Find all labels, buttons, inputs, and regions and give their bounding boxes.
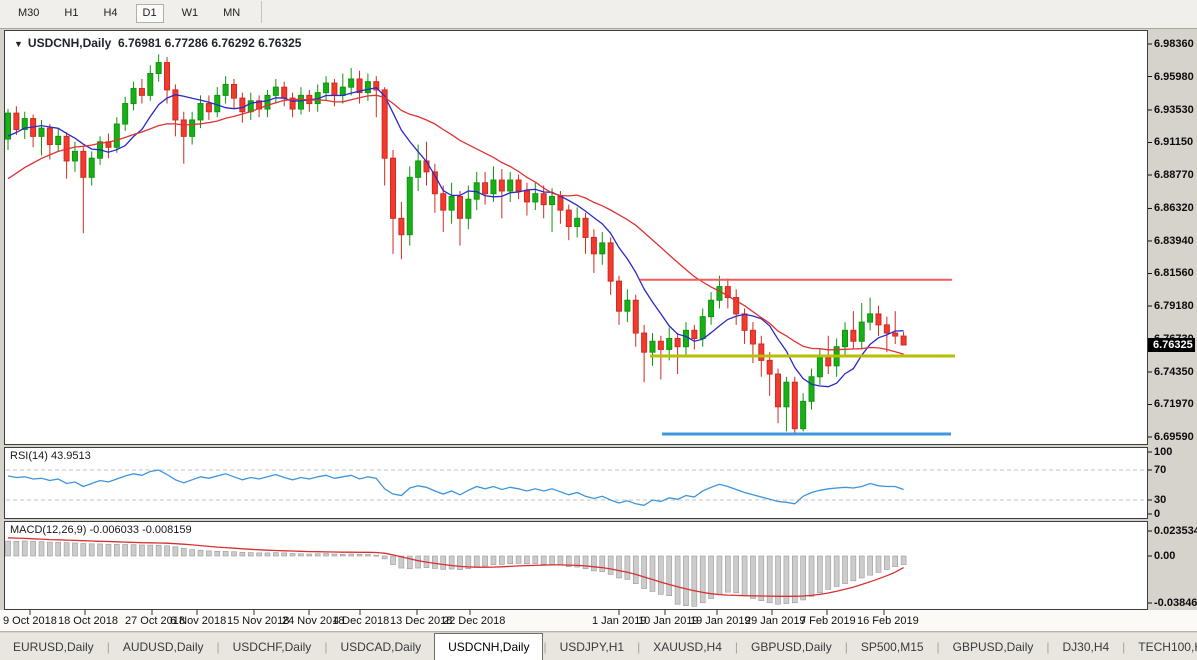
timeframe-toolbar: M30 H1 H4 D1 W1 MN [0,0,1197,29]
rsi-axis-label: 0 [1154,508,1161,520]
main-chart-area[interactable] [4,30,1148,445]
rsi-axis-label: 100 [1154,446,1173,458]
price-axis-label: 6.79180 [1154,299,1194,312]
chart-tab-bar: EURUSD,Daily | AUDUSD,Daily | USDCHF,Daily | U… [0,633,1197,660]
date-axis-label: 4 Dec 2018 [333,615,390,627]
date-axis-label: 18 Oct 2018 [58,615,118,627]
price-axis-label: 6.95980 [1154,70,1194,83]
chart-ohlc-values: 6.76981 6.77286 6.76292 6.76325 [117,36,302,50]
date-axis-label: 19 Jan 2019 [690,615,751,627]
price-axis-label: 6.81560 [1154,267,1194,280]
price-axis-label: 6.74350 [1154,365,1194,378]
chart-tab-2-usdchf-daily[interactable]: USDCHF,Daily [220,633,325,660]
chart-tab-4-usdcnh-daily[interactable]: USDCNH,Daily [434,633,544,660]
chart-tab-6-xauusd-h4[interactable]: XAUUSD,H4 [640,633,735,660]
chart-tab-8-sp500-m15[interactable]: SP500,M15 [848,633,937,660]
macd-axis-label: 0.00 [1154,550,1176,562]
chart-tab-11-tech100-h1[interactable]: TECH100,H1 [1125,633,1197,660]
rsi-axis-label: 70 [1154,464,1167,476]
price-axis-label: 6.83940 [1154,234,1194,247]
price-axis-label: 6.88770 [1154,168,1194,181]
macd-axis-label: -0.038466 [1154,597,1197,609]
date-axis-label: 9 Oct 2018 [3,615,57,627]
timeframe-button-h4[interactable]: H4 [96,4,124,23]
chart-tab-7-gbpusd-daily[interactable]: GBPUSD,Daily [738,633,845,660]
chart-title: ▼ USDCNH,Daily 6.76981 6.77286 6.76292 6.… [14,36,301,50]
chart-tab-10-dj30-h4[interactable]: DJ30,H4 [1049,633,1122,660]
chart-tab-9-gbpusd-daily[interactable]: GBPUSD,Daily [940,633,1047,660]
chevron-down-icon: ▼ [14,39,23,49]
price-axis-label: 6.91150 [1154,136,1194,149]
timeframe-button-m30[interactable]: M30 [11,4,46,23]
timeframe-button-d1[interactable]: D1 [135,4,164,23]
price-axis-label: 6.86320 [1154,202,1194,215]
chart-tab-3-usdcad-daily[interactable]: USDCAD,Daily [327,633,434,660]
chart-tab-0-eurusd-daily[interactable]: EURUSD,Daily [0,633,107,660]
chart-tab-5-usdjpy-h1[interactable]: USDJPY,H1 [547,633,637,660]
trading-app-window: M30 H1 H4 D1 W1 MN ▼ USDCNH,Daily 6.76981 6.77… [0,0,1197,660]
rsi-indicator-label: RSI(14) 43.9513 [10,450,91,462]
price-axis-label: 6.98360 [1154,38,1194,50]
price-axis-label: 6.69590 [1154,430,1194,443]
date-axis-label: 22 Dec 2018 [443,615,506,627]
price-axis-label: 6.71970 [1154,398,1194,411]
rsi-axis-label: 30 [1154,494,1167,506]
timeframe-buttons: M30 H1 H4 D1 W1 MN [0,3,247,23]
chart-symbol: USDCNH,Daily [27,36,112,50]
macd-axis-label: 0.023534 [1154,525,1197,537]
price-axis-label: 6.93530 [1154,103,1194,116]
chart-tab-1-audusd-daily[interactable]: AUDUSD,Daily [110,633,217,660]
date-axis-label: 7 Feb 2019 [800,615,856,627]
timeframe-button-h1[interactable]: H1 [57,4,85,23]
date-axis[interactable]: 9 Oct 2018 18 Oct 2018 27 Oct 2018 6 Nov 20… [0,610,1197,632]
date-axis-label: 16 Feb 2019 [857,615,919,627]
toolbar-separator [261,0,263,23]
rsi-panel-area[interactable] [4,447,1148,519]
macd-indicator-label: MACD(12,26,9) -0.006033 -0.008159 [10,524,192,536]
date-axis-label: 29 Jan 2019 [745,615,806,627]
timeframe-button-w1[interactable]: W1 [175,4,206,23]
timeframe-button-mn[interactable]: MN [216,4,247,23]
date-axis-label: 6 Nov 2018 [170,615,227,627]
current-price-tag: 6.76325 [1148,337,1195,352]
date-axis-label: 15 Nov 2018 [227,615,290,627]
